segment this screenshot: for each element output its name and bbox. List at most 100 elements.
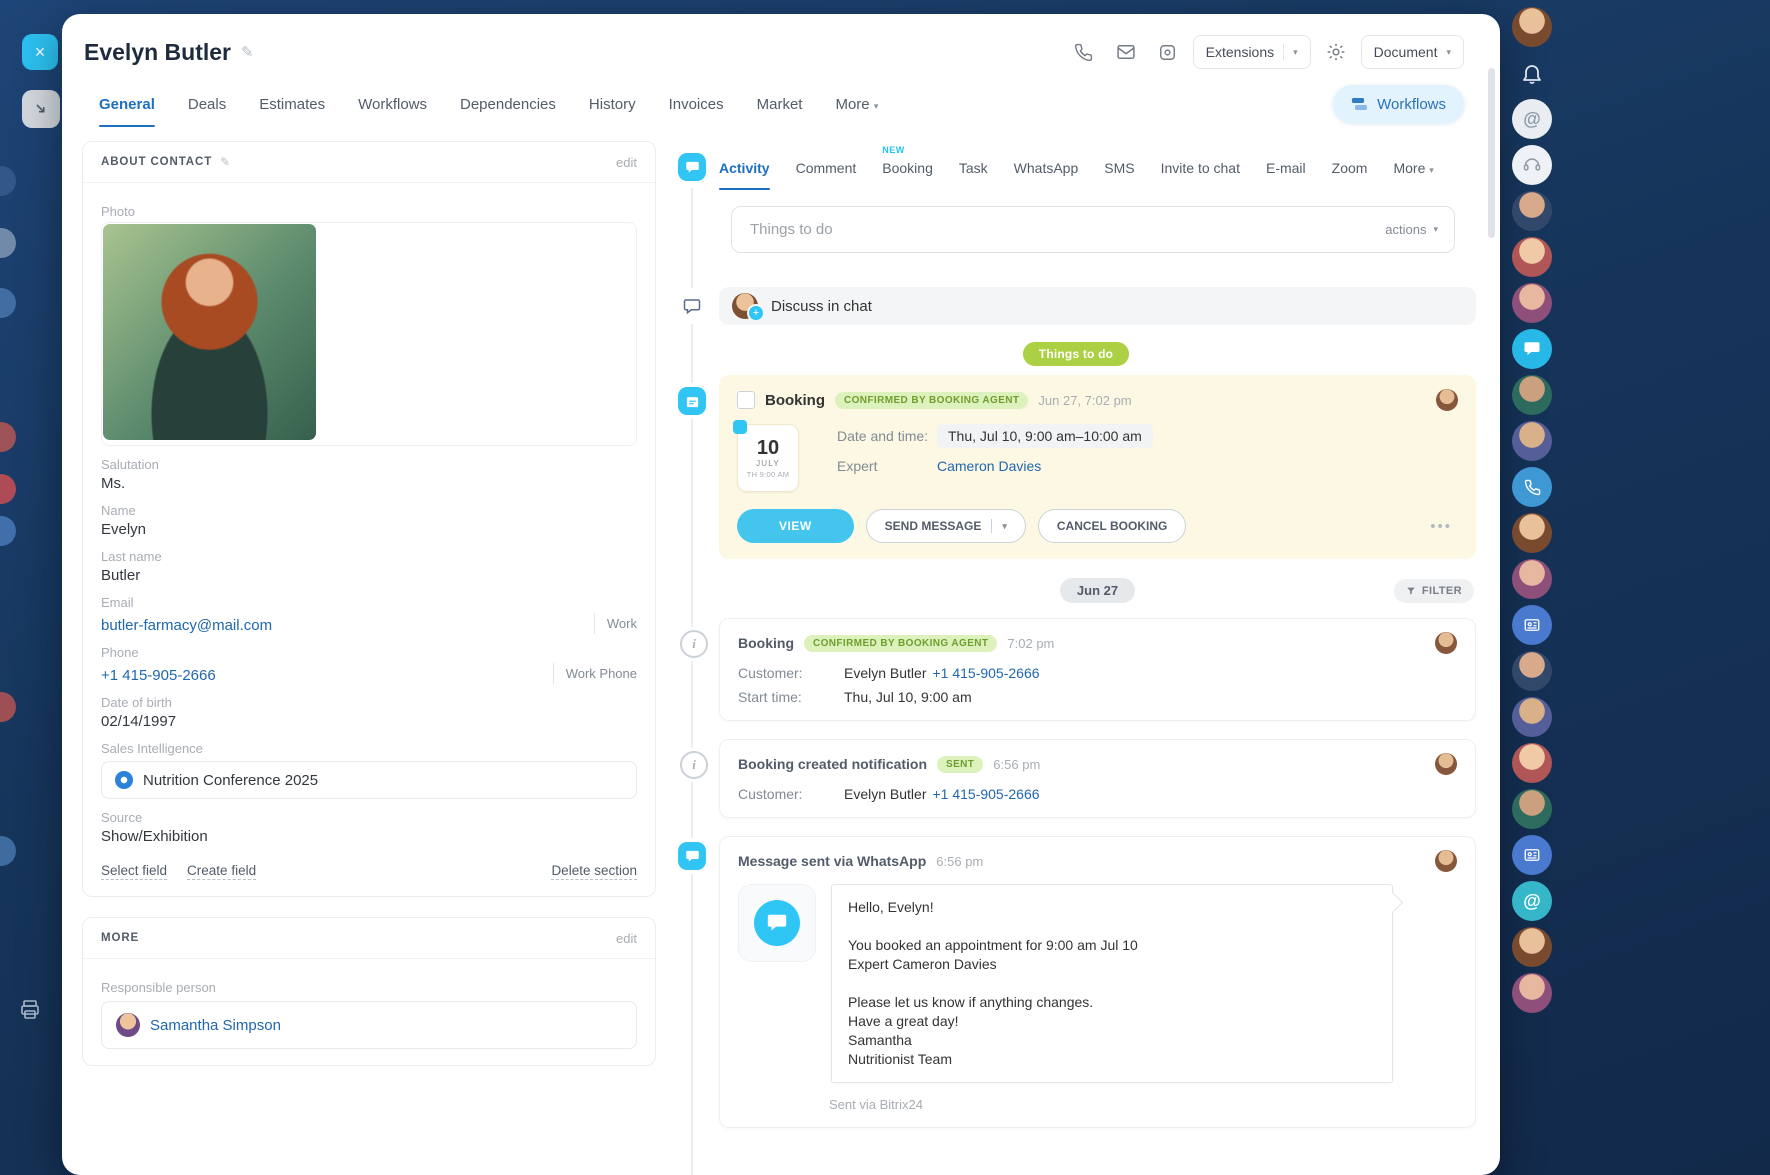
sidebar-app-icon[interactable] <box>0 836 16 866</box>
email-button[interactable] <box>1109 35 1143 69</box>
user-avatar[interactable] <box>1512 375 1552 415</box>
timeline-tabs-row: Activity Comment NEW Booking Task WhatsAp… <box>676 142 1476 192</box>
create-field-link[interactable]: Create field <box>187 863 257 880</box>
actions-dropdown[interactable]: actions ▾ <box>1385 222 1438 237</box>
sidebar-app-icon[interactable] <box>0 228 16 258</box>
sidebar-app-icon[interactable] <box>0 474 16 504</box>
phone-icon[interactable] <box>1512 467 1552 507</box>
collapse-button[interactable] <box>22 90 60 128</box>
scrollbar[interactable] <box>1488 68 1495 238</box>
contact-card-icon[interactable] <box>1512 835 1552 875</box>
tab-timeline-more[interactable]: More ▾ <box>1393 144 1433 190</box>
email-value[interactable]: butler-farmacy@mail.com <box>101 617 272 634</box>
sidebar-app-icon[interactable] <box>0 516 16 546</box>
customer-label: Customer: <box>738 786 803 802</box>
user-avatar[interactable] <box>1512 421 1552 461</box>
sidebar-app-icon[interactable] <box>0 166 16 196</box>
chat-icon[interactable] <box>1512 329 1552 369</box>
user-avatar[interactable] <box>1512 513 1552 553</box>
expert-value[interactable]: Cameron Davies <box>937 458 1041 474</box>
tab-zoom[interactable]: Zoom <box>1332 144 1368 190</box>
tab-dependencies[interactable]: Dependencies <box>460 82 556 127</box>
responsible-person-value[interactable]: Samantha Simpson <box>150 1017 281 1034</box>
sidebar-app-icon[interactable] <box>0 288 16 318</box>
left-sidebar: × <box>0 0 62 1175</box>
tab-activity[interactable]: Activity <box>719 144 770 190</box>
timeline-column: Activity Comment NEW Booking Task WhatsAp… <box>676 142 1476 1175</box>
sidebar-app-icon[interactable] <box>0 692 16 722</box>
contact-photo[interactable] <box>103 224 316 440</box>
tab-booking[interactable]: NEW Booking <box>882 144 933 190</box>
collapse-arrow-icon <box>36 104 45 113</box>
chat-bubble-icon <box>754 900 800 946</box>
sidebar-app-icon[interactable] <box>0 422 16 452</box>
timeline-entry-row: i Booking created notification SENT 6:56… <box>676 739 1476 818</box>
document-dropdown[interactable]: Document ▾ <box>1360 35 1464 69</box>
user-avatar[interactable] <box>1512 283 1552 323</box>
edit-link[interactable]: edit <box>616 931 637 946</box>
tab-deals[interactable]: Deals <box>188 82 226 127</box>
select-field-link[interactable]: Select field <box>101 863 168 880</box>
booking-checkbox[interactable] <box>737 391 755 409</box>
workflows-button[interactable]: Workflows <box>1333 85 1464 123</box>
edit-section-icon[interactable]: ✎ <box>220 155 230 169</box>
tab-workflows[interactable]: Workflows <box>358 82 427 127</box>
whatsapp-message-entry[interactable]: Message sent via WhatsApp 6:56 pm Hello,… <box>719 836 1476 1128</box>
user-avatar[interactable] <box>1512 191 1552 231</box>
view-button[interactable]: VIEW <box>737 509 854 543</box>
more-panel: MORE edit Responsible person Samantha Si… <box>82 917 656 1066</box>
notification-entry[interactable]: Booking created notification SENT 6:56 p… <box>719 739 1476 818</box>
print-button[interactable] <box>18 998 42 1025</box>
tab-whatsapp[interactable]: WhatsApp <box>1014 144 1079 190</box>
user-avatar[interactable] <box>1512 237 1552 277</box>
notifications-button[interactable] <box>1512 53 1552 93</box>
sales-intelligence-box[interactable]: Nutrition Conference 2025 <box>101 761 637 799</box>
tab-sms[interactable]: SMS <box>1104 144 1134 190</box>
tab-general[interactable]: General <box>99 82 155 127</box>
filter-button[interactable]: FILTER <box>1393 578 1474 603</box>
tab-invoices[interactable]: Invoices <box>669 82 724 127</box>
tab-history[interactable]: History <box>589 82 636 127</box>
tab-invite-to-chat[interactable]: Invite to chat <box>1161 144 1240 190</box>
contact-card-icon[interactable] <box>1512 605 1552 645</box>
tab-comment[interactable]: Comment <box>796 144 857 190</box>
user-avatar[interactable] <box>1512 789 1552 829</box>
tab-task[interactable]: Task <box>959 144 988 190</box>
extensions-dropdown[interactable]: Extensions ▾ <box>1192 35 1311 69</box>
expert-row: Expert Cameron Davies <box>837 458 1153 474</box>
user-avatar[interactable] <box>1512 973 1552 1013</box>
support-icon[interactable] <box>1512 145 1552 185</box>
more-options-button[interactable]: ••• <box>1424 517 1458 536</box>
customer-phone[interactable]: +1 415-905-2666 <box>932 786 1039 802</box>
tab-more[interactable]: More ▾ <box>835 82 878 127</box>
user-avatar[interactable] <box>1512 559 1552 599</box>
collab-icon[interactable]: @ <box>1512 99 1552 139</box>
phone-value[interactable]: +1 415-905-2666 <box>101 667 216 684</box>
dob-value: 02/14/1997 <box>101 713 177 730</box>
edit-link[interactable]: edit <box>616 155 637 170</box>
send-message-button[interactable]: SEND MESSAGE ▾ <box>865 509 1026 543</box>
copilot-button[interactable] <box>1151 35 1185 69</box>
tab-estimates[interactable]: Estimates <box>259 82 325 127</box>
user-avatar[interactable] <box>1512 743 1552 783</box>
user-avatar[interactable] <box>1512 651 1552 691</box>
discuss-in-chat-bar[interactable]: + Discuss in chat <box>719 287 1476 325</box>
close-slider-button[interactable]: × <box>22 34 58 70</box>
profile-avatar[interactable] <box>1512 7 1552 47</box>
date-time-row: Date and time: Thu, Jul 10, 9:00 am–10:0… <box>837 424 1153 448</box>
tab-email[interactable]: E-mail <box>1266 144 1306 190</box>
user-avatar[interactable] <box>1512 697 1552 737</box>
tab-market[interactable]: Market <box>757 82 803 127</box>
todo-input[interactable] <box>748 220 1386 239</box>
booking-entry[interactable]: Booking CONFIRMED BY BOOKING AGENT 7:02 … <box>719 618 1476 721</box>
customer-phone[interactable]: +1 415-905-2666 <box>932 665 1039 681</box>
settings-button[interactable] <box>1319 35 1353 69</box>
user-avatar[interactable] <box>1512 927 1552 967</box>
sales-intelligence-value: Nutrition Conference 2025 <box>143 771 319 789</box>
channel-icon[interactable]: @ <box>1512 881 1552 921</box>
edit-title-icon[interactable]: ✎ <box>241 43 254 61</box>
call-button[interactable] <box>1067 35 1101 69</box>
responsible-person-box[interactable]: Samantha Simpson <box>101 1001 637 1049</box>
cancel-booking-button[interactable]: CANCEL BOOKING <box>1037 509 1187 543</box>
delete-section-link[interactable]: Delete section <box>551 863 637 880</box>
